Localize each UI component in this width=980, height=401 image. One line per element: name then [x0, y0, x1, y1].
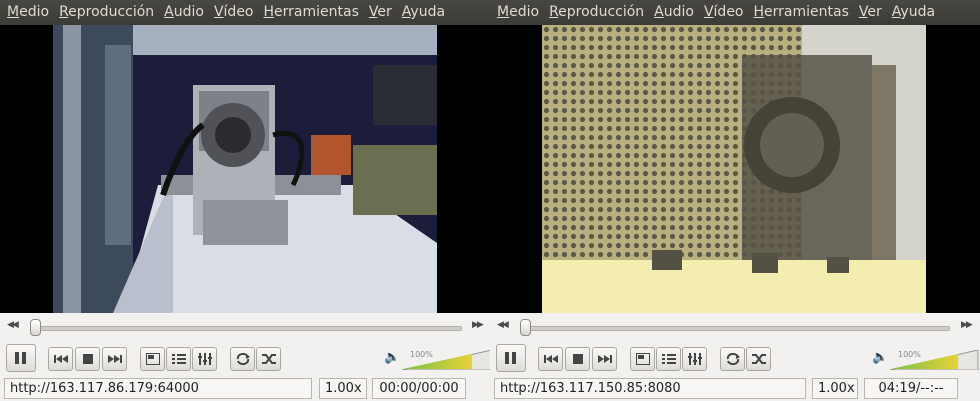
seek-handle[interactable] — [520, 319, 531, 336]
menu-video[interactable]: Vídeo — [699, 0, 749, 25]
menu-ayuda[interactable]: Ayuda — [397, 0, 450, 25]
control-bar: 🔈 100% — [490, 344, 980, 374]
volume-slider[interactable] — [402, 350, 490, 370]
menu-audio[interactable]: Audio — [159, 0, 209, 25]
stop-icon — [82, 354, 93, 364]
next-button[interactable] — [592, 347, 617, 371]
pause-button[interactable] — [6, 344, 36, 372]
status-bar: http://163.117.150.85:8080 1.00x 04:19/-… — [490, 377, 980, 401]
menubar: Medio Reproducción Audio Vídeo Herramien… — [0, 0, 490, 25]
menu-ayuda[interactable]: Ayuda — [887, 0, 940, 25]
video-frame-camera-rig — [53, 25, 437, 313]
seek-track[interactable] — [30, 326, 462, 331]
menu-ver[interactable]: Ver — [854, 0, 887, 25]
previous-icon — [53, 355, 68, 363]
next-icon — [107, 355, 122, 363]
playlist-button[interactable] — [166, 347, 191, 371]
rewind-icon[interactable]: ◀◀ — [7, 320, 19, 330]
seek-track[interactable] — [520, 326, 950, 331]
volume-slider[interactable] — [890, 350, 980, 370]
pause-icon — [505, 352, 516, 364]
stream-url: http://163.117.150.85:8080 — [494, 378, 806, 399]
shuffle-button[interactable] — [746, 347, 771, 371]
extended-settings-button[interactable] — [192, 347, 217, 371]
playlist-button[interactable] — [656, 347, 681, 371]
rewind-icon[interactable]: ◀◀ — [497, 320, 509, 330]
loop-button[interactable] — [720, 347, 745, 371]
speaker-icon[interactable]: 🔈 — [872, 350, 888, 365]
menubar: Medio Reproducción Audio Vídeo Herramien… — [490, 0, 980, 25]
stop-button[interactable] — [565, 347, 590, 371]
fast-forward-icon[interactable]: ▶▶ — [961, 320, 973, 330]
previous-icon — [543, 355, 558, 363]
video-frame-mesh-closeup — [542, 25, 926, 313]
vlc-player-right: Medio Reproducción Audio Vídeo Herramien… — [490, 0, 980, 401]
video-area[interactable] — [490, 25, 980, 313]
shuffle-icon — [751, 354, 766, 364]
control-bar: 🔈 100% — [0, 344, 490, 374]
previous-button[interactable] — [48, 347, 73, 371]
time-display[interactable]: 04:19/--:-- — [864, 378, 958, 399]
seek-handle[interactable] — [30, 319, 41, 336]
next-button[interactable] — [102, 347, 127, 371]
vlc-player-left: Medio Reproducción Audio Vídeo Herramien… — [0, 0, 490, 401]
status-bar: http://163.117.86.179:64000 1.00x 00:00/… — [0, 377, 490, 401]
previous-button[interactable] — [538, 347, 563, 371]
pause-button[interactable] — [496, 344, 526, 372]
fullscreen-button[interactable] — [630, 347, 655, 371]
video-area[interactable] — [0, 25, 490, 313]
fullscreen-icon — [635, 353, 650, 365]
next-icon — [597, 355, 612, 363]
menu-medio[interactable]: Medio — [492, 0, 544, 25]
loop-button[interactable] — [230, 347, 255, 371]
pause-icon — [15, 352, 26, 364]
stream-url: http://163.117.86.179:64000 — [4, 378, 312, 399]
stop-icon — [572, 354, 583, 364]
time-display[interactable]: 00:00/00:00 — [372, 378, 466, 399]
menu-reproduccion[interactable]: Reproducción — [54, 0, 159, 25]
playlist-icon — [171, 354, 186, 364]
seek-bar: ◀◀ ▶▶ — [490, 316, 980, 338]
menu-herramientas[interactable]: Herramientas — [749, 0, 854, 25]
menu-ver[interactable]: Ver — [364, 0, 397, 25]
menu-medio[interactable]: Medio — [2, 0, 54, 25]
seek-bar: ◀◀ ▶▶ — [0, 316, 490, 338]
menu-audio[interactable]: Audio — [649, 0, 699, 25]
fullscreen-icon — [145, 353, 160, 365]
menu-herramientas[interactable]: Herramientas — [259, 0, 364, 25]
playlist-icon — [661, 354, 676, 364]
equalizer-icon — [687, 353, 702, 365]
fullscreen-button[interactable] — [140, 347, 165, 371]
fast-forward-icon[interactable]: ▶▶ — [472, 320, 484, 330]
loop-icon — [236, 353, 250, 365]
speaker-icon[interactable]: 🔈 — [384, 350, 400, 365]
menu-video[interactable]: Vídeo — [209, 0, 259, 25]
shuffle-button[interactable] — [256, 347, 281, 371]
playback-speed[interactable]: 1.00x — [812, 378, 858, 399]
equalizer-icon — [197, 353, 212, 365]
menu-reproduccion[interactable]: Reproducción — [544, 0, 649, 25]
playback-speed[interactable]: 1.00x — [319, 378, 367, 399]
shuffle-icon — [261, 354, 276, 364]
stop-button[interactable] — [75, 347, 100, 371]
extended-settings-button[interactable] — [682, 347, 707, 371]
loop-icon — [726, 353, 740, 365]
